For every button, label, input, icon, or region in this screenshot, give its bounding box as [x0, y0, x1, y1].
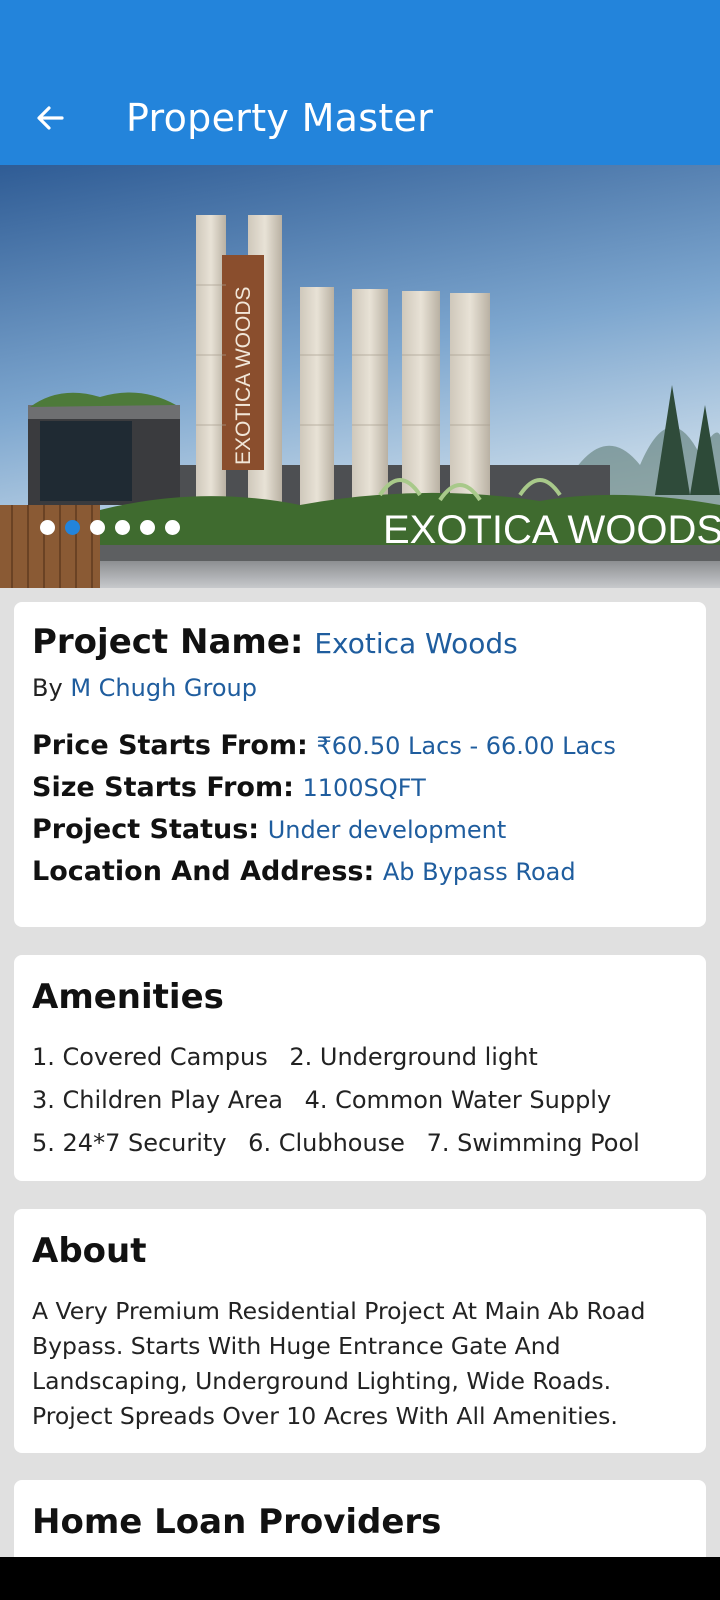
status-row: Project Status: Under development: [32, 814, 506, 845]
home-loan-title: Home Loan Providers: [32, 1502, 442, 1542]
status-label: Project Status:: [32, 814, 260, 845]
amenity-item: 7. Swimming Pool: [426, 1129, 640, 1157]
size-row: Size Starts From: 1100SQFT: [32, 772, 426, 803]
page-title: Property Master: [126, 96, 434, 140]
developer-label: By: [32, 674, 63, 702]
amenity-item: 2. Underground light: [289, 1043, 538, 1071]
amenity-item: 1. Covered Campus: [32, 1043, 268, 1071]
developer-row: By M Chugh Group: [32, 674, 257, 702]
status-value: Under development: [267, 816, 507, 844]
project-name-value: Exotica Woods: [314, 627, 518, 660]
developer-value: M Chugh Group: [70, 674, 257, 702]
amenities-line: 1. Covered Campus 2. Underground light: [32, 1043, 552, 1071]
carousel-dot[interactable]: [90, 520, 105, 535]
price-label: Price Starts From:: [32, 730, 308, 761]
amenity-item: 4. Common Water Supply: [304, 1086, 612, 1114]
price-row: Price Starts From: ₹60.50 Lacs - 66.00 L…: [32, 730, 616, 761]
carousel-dot-active[interactable]: [65, 520, 80, 535]
carousel-dot[interactable]: [165, 520, 180, 535]
about-card: About A Very Premium Residential Project…: [14, 1209, 706, 1453]
location-label: Location And Address:: [32, 856, 375, 887]
carousel-dot[interactable]: [140, 520, 155, 535]
about-text: A Very Premium Residential Project At Ma…: [32, 1297, 646, 1430]
system-navigation-bar: [0, 1557, 720, 1600]
banner-text: EXOTICA WOODS: [383, 508, 720, 552]
app-bar: Property Master: [0, 0, 720, 165]
amenities-title: Amenities: [32, 977, 224, 1017]
carousel-indicator: [40, 520, 180, 535]
project-name-label: Project Name:: [32, 622, 304, 662]
back-button[interactable]: [22, 90, 78, 146]
price-value: ₹60.50 Lacs - 66.00 Lacs: [316, 732, 616, 760]
about-title: About: [32, 1231, 147, 1271]
project-name-row: Project Name: Exotica Woods: [32, 622, 518, 662]
amenity-item: 6. Clubhouse: [248, 1129, 405, 1157]
carousel-dot[interactable]: [40, 520, 55, 535]
location-value: Ab Bypass Road: [382, 858, 576, 886]
amenity-item: 5. 24*7 Security: [32, 1129, 227, 1157]
arrow-left-icon: [37, 106, 64, 130]
carousel-dot[interactable]: [115, 520, 130, 535]
amenity-item: 3. Children Play Area: [32, 1086, 283, 1114]
amenities-card: Amenities 1. Covered Campus 2. Undergrou…: [14, 955, 706, 1181]
size-label: Size Starts From:: [32, 772, 294, 803]
size-value: 1100SQFT: [302, 774, 426, 802]
location-row: Location And Address: Ab Bypass Road: [32, 856, 576, 887]
amenities-line: 3. Children Play Area 4. Common Water Su…: [32, 1086, 625, 1114]
amenities-line: 5. 24*7 Security 6. Clubhouse 7. Swimmin…: [32, 1129, 654, 1157]
project-details-card: Project Name: Exotica Woods By M Chugh G…: [14, 602, 706, 927]
gate-sign-text: EXOTICA WOODS: [232, 286, 255, 465]
